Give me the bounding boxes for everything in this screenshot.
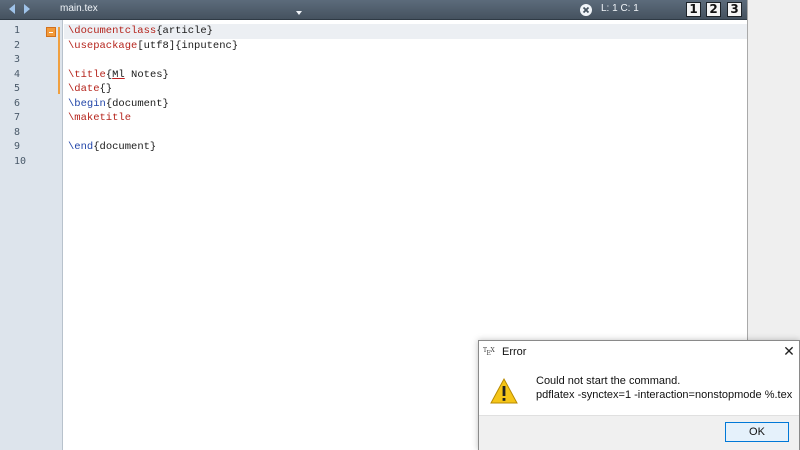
close-icon[interactable]: ✕ bbox=[782, 345, 796, 359]
line-number: 3 bbox=[14, 54, 21, 65]
line-number: 5 bbox=[14, 83, 21, 94]
chevron-down-icon[interactable] bbox=[293, 4, 305, 16]
line-number: 8 bbox=[14, 126, 21, 138]
code-line[interactable]: \usepackage[utf8]{inputenc} bbox=[68, 39, 238, 54]
view-1-button[interactable]: 1 bbox=[686, 2, 701, 17]
latex-command: \title bbox=[68, 68, 106, 81]
latex-command: \documentclass bbox=[68, 25, 157, 37]
code-text: {article} bbox=[156, 25, 213, 37]
warning-icon bbox=[489, 377, 519, 405]
code-line[interactable]: \documentclass{article} bbox=[68, 24, 213, 39]
line-number: 4 bbox=[14, 68, 21, 80]
view-3-button[interactable]: 3 bbox=[727, 2, 742, 17]
code-text: [utf8]{inputenc} bbox=[137, 39, 239, 52]
error-dialog: T E X Error ✕ Could not start the comman… bbox=[478, 340, 800, 450]
latex-command: \date bbox=[68, 83, 100, 95]
next-document-icon[interactable] bbox=[21, 2, 35, 16]
texmaker-window: main.tex L: 1 C: 1 1 2 3 1 2 3 4 5 6 7 8 9 10 \do… bbox=[0, 0, 800, 450]
dialog-message: Could not start the command. bbox=[536, 375, 681, 387]
code-line[interactable]: \maketitle bbox=[68, 111, 131, 126]
dialog-title-bar: T E X Error ✕ bbox=[479, 341, 799, 365]
code-text: {document} bbox=[93, 141, 157, 153]
previous-document-icon[interactable] bbox=[6, 2, 20, 16]
dialog-command-text: pdflatex -synctex=1 -interaction=nonstop… bbox=[536, 389, 793, 401]
line-number: 1 bbox=[14, 25, 21, 36]
close-document-icon[interactable] bbox=[579, 2, 593, 16]
view-2-button[interactable]: 2 bbox=[706, 2, 721, 17]
spelling-error-word: Ml bbox=[112, 68, 125, 81]
line-number: 2 bbox=[14, 39, 21, 51]
dialog-title: Error bbox=[502, 346, 527, 358]
code-line[interactable]: \begin{document} bbox=[68, 97, 169, 112]
svg-text:X: X bbox=[491, 347, 496, 354]
tex-app-icon: T E X bbox=[483, 346, 497, 358]
latex-command: \begin bbox=[68, 97, 106, 110]
ok-button[interactable]: OK bbox=[725, 422, 789, 442]
cursor-position: L: 1 C: 1 bbox=[601, 3, 639, 14]
line-number-gutter: 1 2 3 4 5 6 7 8 9 10 bbox=[0, 20, 63, 450]
latex-command: \end bbox=[68, 141, 94, 153]
latex-command: \usepackage bbox=[68, 39, 138, 52]
editor-tab-bar: main.tex L: 1 C: 1 1 2 3 bbox=[0, 0, 747, 20]
code-line[interactable]: \end{document} bbox=[68, 140, 156, 155]
line-number: 9 bbox=[14, 141, 21, 152]
code-text: Notes} bbox=[124, 68, 169, 81]
code-line[interactable]: \date{} bbox=[68, 82, 112, 97]
code-line[interactable]: \title{Ml Notes} bbox=[68, 68, 169, 83]
code-text: {} bbox=[99, 83, 113, 95]
line-number: 6 bbox=[14, 97, 21, 109]
modified-lines-bar bbox=[58, 27, 60, 94]
latex-command: \maketitle bbox=[68, 112, 132, 124]
fold-marker-icon[interactable] bbox=[46, 27, 56, 37]
code-text: {document} bbox=[105, 97, 169, 110]
document-tab-label[interactable]: main.tex bbox=[60, 3, 98, 14]
line-number: 7 bbox=[14, 112, 21, 123]
line-number: 10 bbox=[14, 155, 27, 167]
dialog-button-row: OK bbox=[479, 415, 799, 450]
